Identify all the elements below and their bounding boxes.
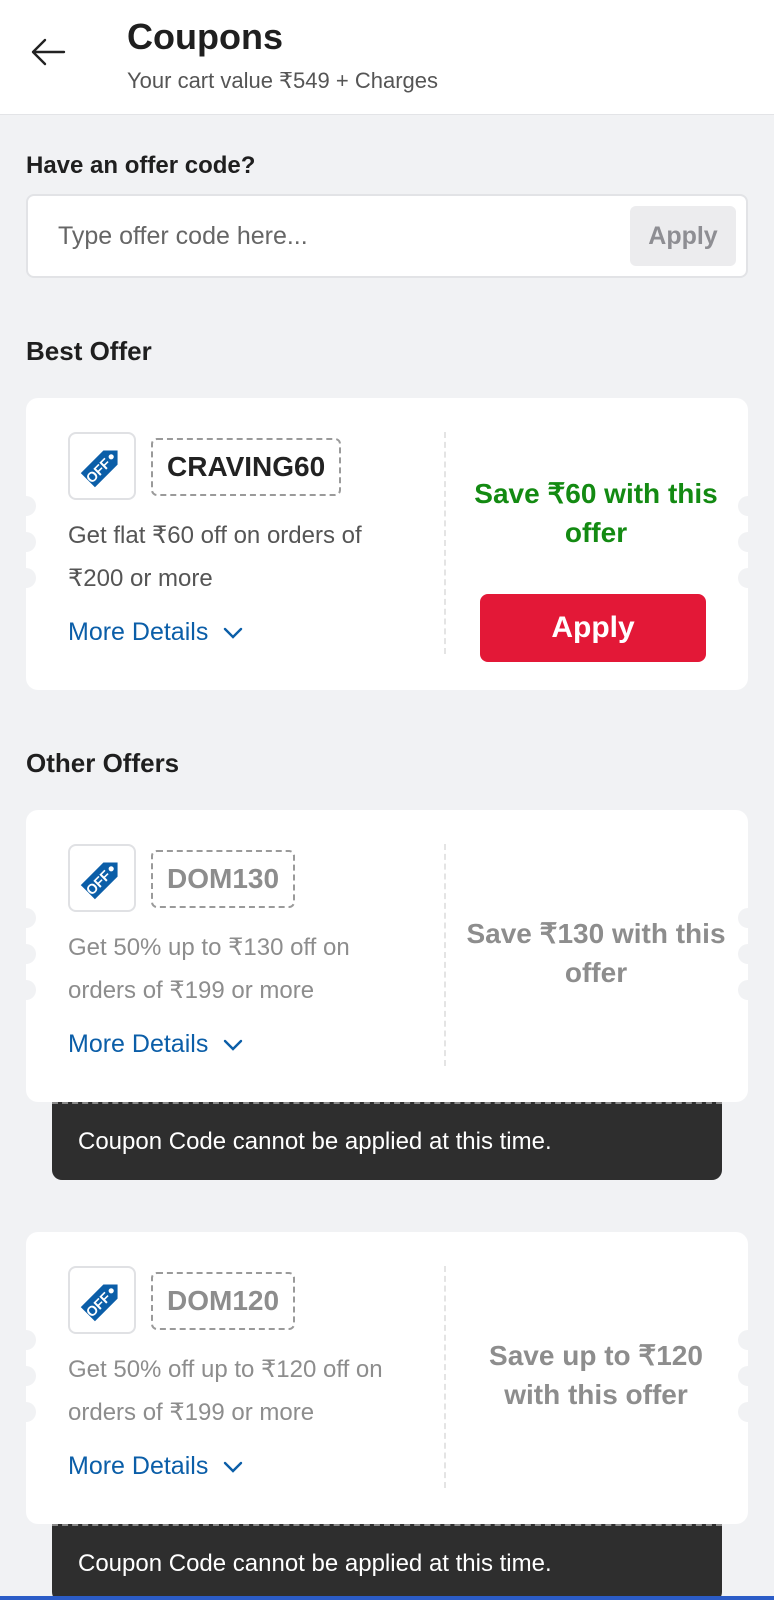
back-button[interactable] bbox=[24, 28, 72, 76]
offer-tag-icon: OFF bbox=[68, 1266, 136, 1334]
card-notch bbox=[738, 568, 758, 588]
card-notch bbox=[16, 496, 36, 516]
card-notch bbox=[16, 532, 36, 552]
offer-code-input[interactable] bbox=[58, 214, 598, 258]
card-notch bbox=[16, 1402, 36, 1422]
card-divider bbox=[444, 1266, 446, 1488]
offer-card: OFF DOM130 Get 50% up to ₹130 off on ord… bbox=[16, 810, 758, 1102]
coupon-error-message: Coupon Code cannot be applied at this ti… bbox=[52, 1524, 722, 1600]
other-offers-heading: Other Offers bbox=[26, 748, 180, 778]
card-notch bbox=[16, 980, 36, 1000]
offer-code-heading: Have an offer code? bbox=[26, 152, 256, 179]
coupon-code: DOM120 bbox=[151, 1272, 296, 1330]
card-notch bbox=[738, 944, 758, 964]
card-notch bbox=[16, 1366, 36, 1386]
more-details-link[interactable]: More Details bbox=[68, 618, 244, 647]
card-notch bbox=[738, 496, 758, 516]
more-details-link[interactable]: More Details bbox=[68, 1030, 244, 1059]
page-title: Coupons bbox=[127, 16, 283, 57]
coupon-error-message: Coupon Code cannot be applied at this ti… bbox=[52, 1102, 722, 1180]
card-notch bbox=[738, 1366, 758, 1386]
coupon-description: Get 50% off up to ₹120 off on orders of … bbox=[68, 1356, 383, 1426]
arrow-left-icon bbox=[31, 38, 66, 66]
chevron-down-icon bbox=[224, 1039, 243, 1051]
card-notch bbox=[16, 908, 36, 928]
bottom-bar bbox=[0, 1596, 774, 1600]
coupon-description: Get flat ₹60 off on orders of ₹200 or mo… bbox=[68, 522, 362, 592]
offer-tag-icon: OFF bbox=[68, 844, 136, 912]
cart-value-subtitle: Your cart value ₹549 + Charges bbox=[127, 68, 438, 93]
more-details-link[interactable]: More Details bbox=[68, 1452, 244, 1481]
offer-card: OFF DOM120 Get 50% off up to ₹120 off on… bbox=[16, 1232, 758, 1524]
coupon-code: DOM130 bbox=[151, 850, 296, 908]
more-details-label: More Details bbox=[68, 618, 209, 646]
card-notch bbox=[16, 568, 36, 588]
card-notch bbox=[738, 1330, 758, 1350]
card-notch bbox=[16, 1330, 36, 1350]
card-notch bbox=[16, 944, 36, 964]
save-amount-text: Save ₹130 with this offer bbox=[466, 918, 726, 988]
card-notch bbox=[738, 908, 758, 928]
app-header: Coupons Your cart value ₹549 + Charges bbox=[0, 0, 774, 115]
coupon-code: CRAVING60 bbox=[151, 438, 342, 496]
best-offer-card: OFF CRAVING60 Get flat ₹60 off on orders… bbox=[16, 398, 758, 690]
coupon-description: Get 50% up to ₹130 off on orders of ₹199… bbox=[68, 934, 350, 1004]
best-offer-heading: Best Offer bbox=[26, 336, 152, 366]
card-notch bbox=[738, 1402, 758, 1422]
apply-coupon-button[interactable]: Apply bbox=[480, 594, 706, 662]
card-notch bbox=[738, 532, 758, 552]
chevron-down-icon bbox=[224, 1461, 243, 1473]
chevron-down-icon bbox=[224, 627, 243, 639]
offer-code-apply-button[interactable]: Apply bbox=[630, 206, 736, 266]
card-notch bbox=[738, 980, 758, 1000]
offer-code-box: Apply bbox=[26, 194, 748, 278]
card-divider bbox=[444, 432, 446, 654]
save-amount-text: Save up to ₹120 with this offer bbox=[489, 1340, 703, 1410]
offer-tag-icon: OFF bbox=[68, 432, 136, 500]
save-amount-text: Save ₹60 with this offer bbox=[474, 478, 718, 548]
card-divider bbox=[444, 844, 446, 1066]
more-details-label: More Details bbox=[68, 1030, 209, 1058]
more-details-label: More Details bbox=[68, 1452, 209, 1480]
